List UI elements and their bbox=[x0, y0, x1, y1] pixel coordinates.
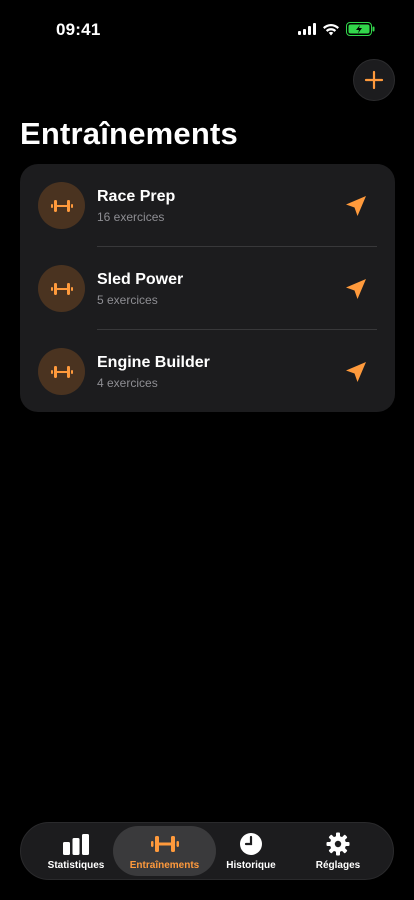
plus-icon bbox=[364, 70, 384, 90]
send-icon bbox=[346, 279, 366, 299]
dumbbell-icon bbox=[50, 365, 73, 378]
tab-historique[interactable]: Historique bbox=[201, 826, 301, 876]
dumbbell-icon bbox=[50, 199, 73, 212]
tab-label: Historique bbox=[226, 859, 276, 871]
workout-name: Sled Power bbox=[97, 271, 184, 288]
send-workout-button[interactable] bbox=[342, 192, 370, 220]
battery-icon bbox=[346, 22, 375, 36]
send-workout-button[interactable] bbox=[342, 275, 370, 303]
workout-avatar bbox=[38, 348, 85, 395]
workout-row-engine-builder[interactable]: Engine Builder 4 exercices bbox=[20, 330, 395, 413]
clock-icon bbox=[240, 832, 262, 855]
workout-name: Race Prep bbox=[97, 188, 176, 205]
tab-statistiques[interactable]: Statistiques bbox=[26, 826, 126, 876]
workout-row-sled-power[interactable]: Sled Power 5 exercices bbox=[20, 247, 395, 330]
tab-label: Statistiques bbox=[47, 859, 105, 871]
tab-label: Entraînements bbox=[129, 859, 200, 871]
workout-exercise-count: 4 exercices bbox=[97, 376, 158, 390]
status-bar: 09:41 bbox=[0, 0, 414, 54]
send-icon bbox=[346, 196, 366, 216]
workout-exercise-count: 16 exercices bbox=[97, 210, 165, 224]
tab-reglages[interactable]: Réglages bbox=[288, 826, 388, 876]
send-icon bbox=[346, 362, 366, 382]
workout-exercise-count: 5 exercices bbox=[97, 293, 158, 307]
dumbbell-icon bbox=[150, 835, 179, 852]
workout-row-race-prep[interactable]: Race Prep 16 exercices bbox=[20, 164, 395, 247]
dumbbell-icon bbox=[50, 282, 73, 295]
send-workout-button[interactable] bbox=[342, 358, 370, 386]
workout-avatar bbox=[38, 265, 85, 312]
workout-name: Engine Builder bbox=[97, 354, 210, 371]
gear-icon bbox=[326, 832, 350, 855]
bar-chart-icon bbox=[63, 833, 89, 855]
status-icons bbox=[298, 22, 376, 36]
wifi-icon bbox=[323, 23, 339, 35]
workout-avatar bbox=[38, 182, 85, 229]
cellular-signal-icon bbox=[298, 23, 316, 35]
workout-list: Race Prep 16 exercices Sled Power 5 exer… bbox=[20, 164, 395, 412]
page-title: Entraînements bbox=[20, 116, 238, 151]
add-workout-button[interactable] bbox=[353, 59, 395, 101]
tab-bar: Statistiques Entraînements Historique Ré… bbox=[20, 822, 394, 880]
tab-label: Réglages bbox=[315, 859, 361, 871]
status-time: 09:41 bbox=[56, 20, 101, 39]
